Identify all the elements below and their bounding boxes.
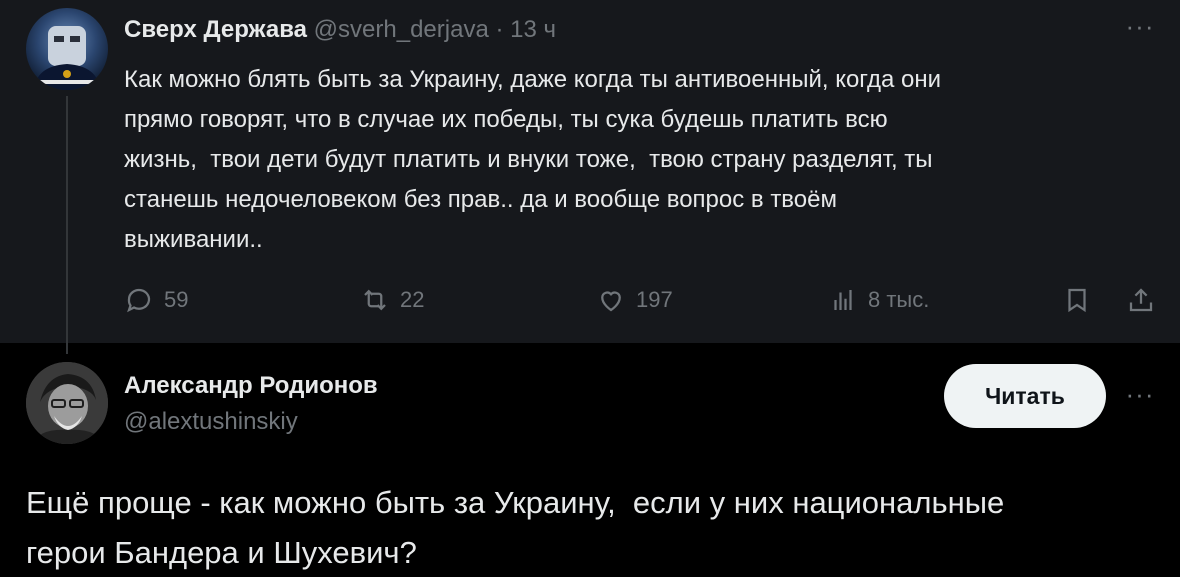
views-icon — [834, 290, 852, 310]
more-options-icon[interactable]: ··· — [1120, 13, 1160, 40]
repost-button[interactable]: 22 — [360, 280, 424, 320]
views-count: 8 тыс. — [868, 287, 930, 312]
bookmark-icon — [1068, 288, 1086, 313]
parent-tweet[interactable]: Сверх Держава @sverh_derjava · 13 ч ··· … — [0, 0, 1180, 343]
timestamp[interactable]: 13 ч — [510, 16, 556, 43]
reply-header: Александр Родионов @alextushinskiy — [124, 372, 378, 436]
tweet-text: Как можно блять быть за Украину, даже ко… — [124, 66, 942, 253]
share-icon — [1129, 288, 1153, 312]
reply-avatar[interactable] — [26, 362, 108, 444]
display-name[interactable]: Сверх Держава — [124, 16, 307, 43]
separator-dot: · — [495, 16, 504, 43]
reply-text: Ещё проще - как можно быть за Украину, е… — [26, 485, 1005, 570]
reply-icon — [127, 288, 151, 313]
reply-user-handle[interactable]: @alextushinskiy — [124, 408, 378, 436]
tweet-actions: 59 22 197 8 тыс. — [124, 280, 1164, 320]
like-button[interactable]: 197 — [596, 280, 673, 320]
share-button[interactable] — [1126, 280, 1156, 320]
follow-button[interactable]: Читать — [944, 364, 1106, 428]
thread-line — [66, 96, 68, 354]
avatar[interactable] — [26, 8, 108, 90]
views-button[interactable]: 8 тыс. — [828, 280, 929, 320]
user-handle[interactable]: @sverh_derjava — [314, 16, 489, 43]
reply-display-name[interactable]: Александр Родионов — [124, 372, 378, 400]
reply-more-options-icon[interactable]: ··· — [1120, 381, 1160, 408]
heart-icon — [601, 291, 621, 312]
bookmark-button[interactable] — [1062, 280, 1092, 320]
repost-icon — [364, 289, 386, 311]
reply-count: 59 — [164, 287, 189, 312]
repost-count: 22 — [400, 287, 425, 312]
tweet-header: Сверх Держава @sverh_derjava · 13 ч — [124, 16, 556, 44]
like-count: 197 — [636, 287, 673, 312]
reply-button[interactable]: 59 — [124, 280, 188, 320]
